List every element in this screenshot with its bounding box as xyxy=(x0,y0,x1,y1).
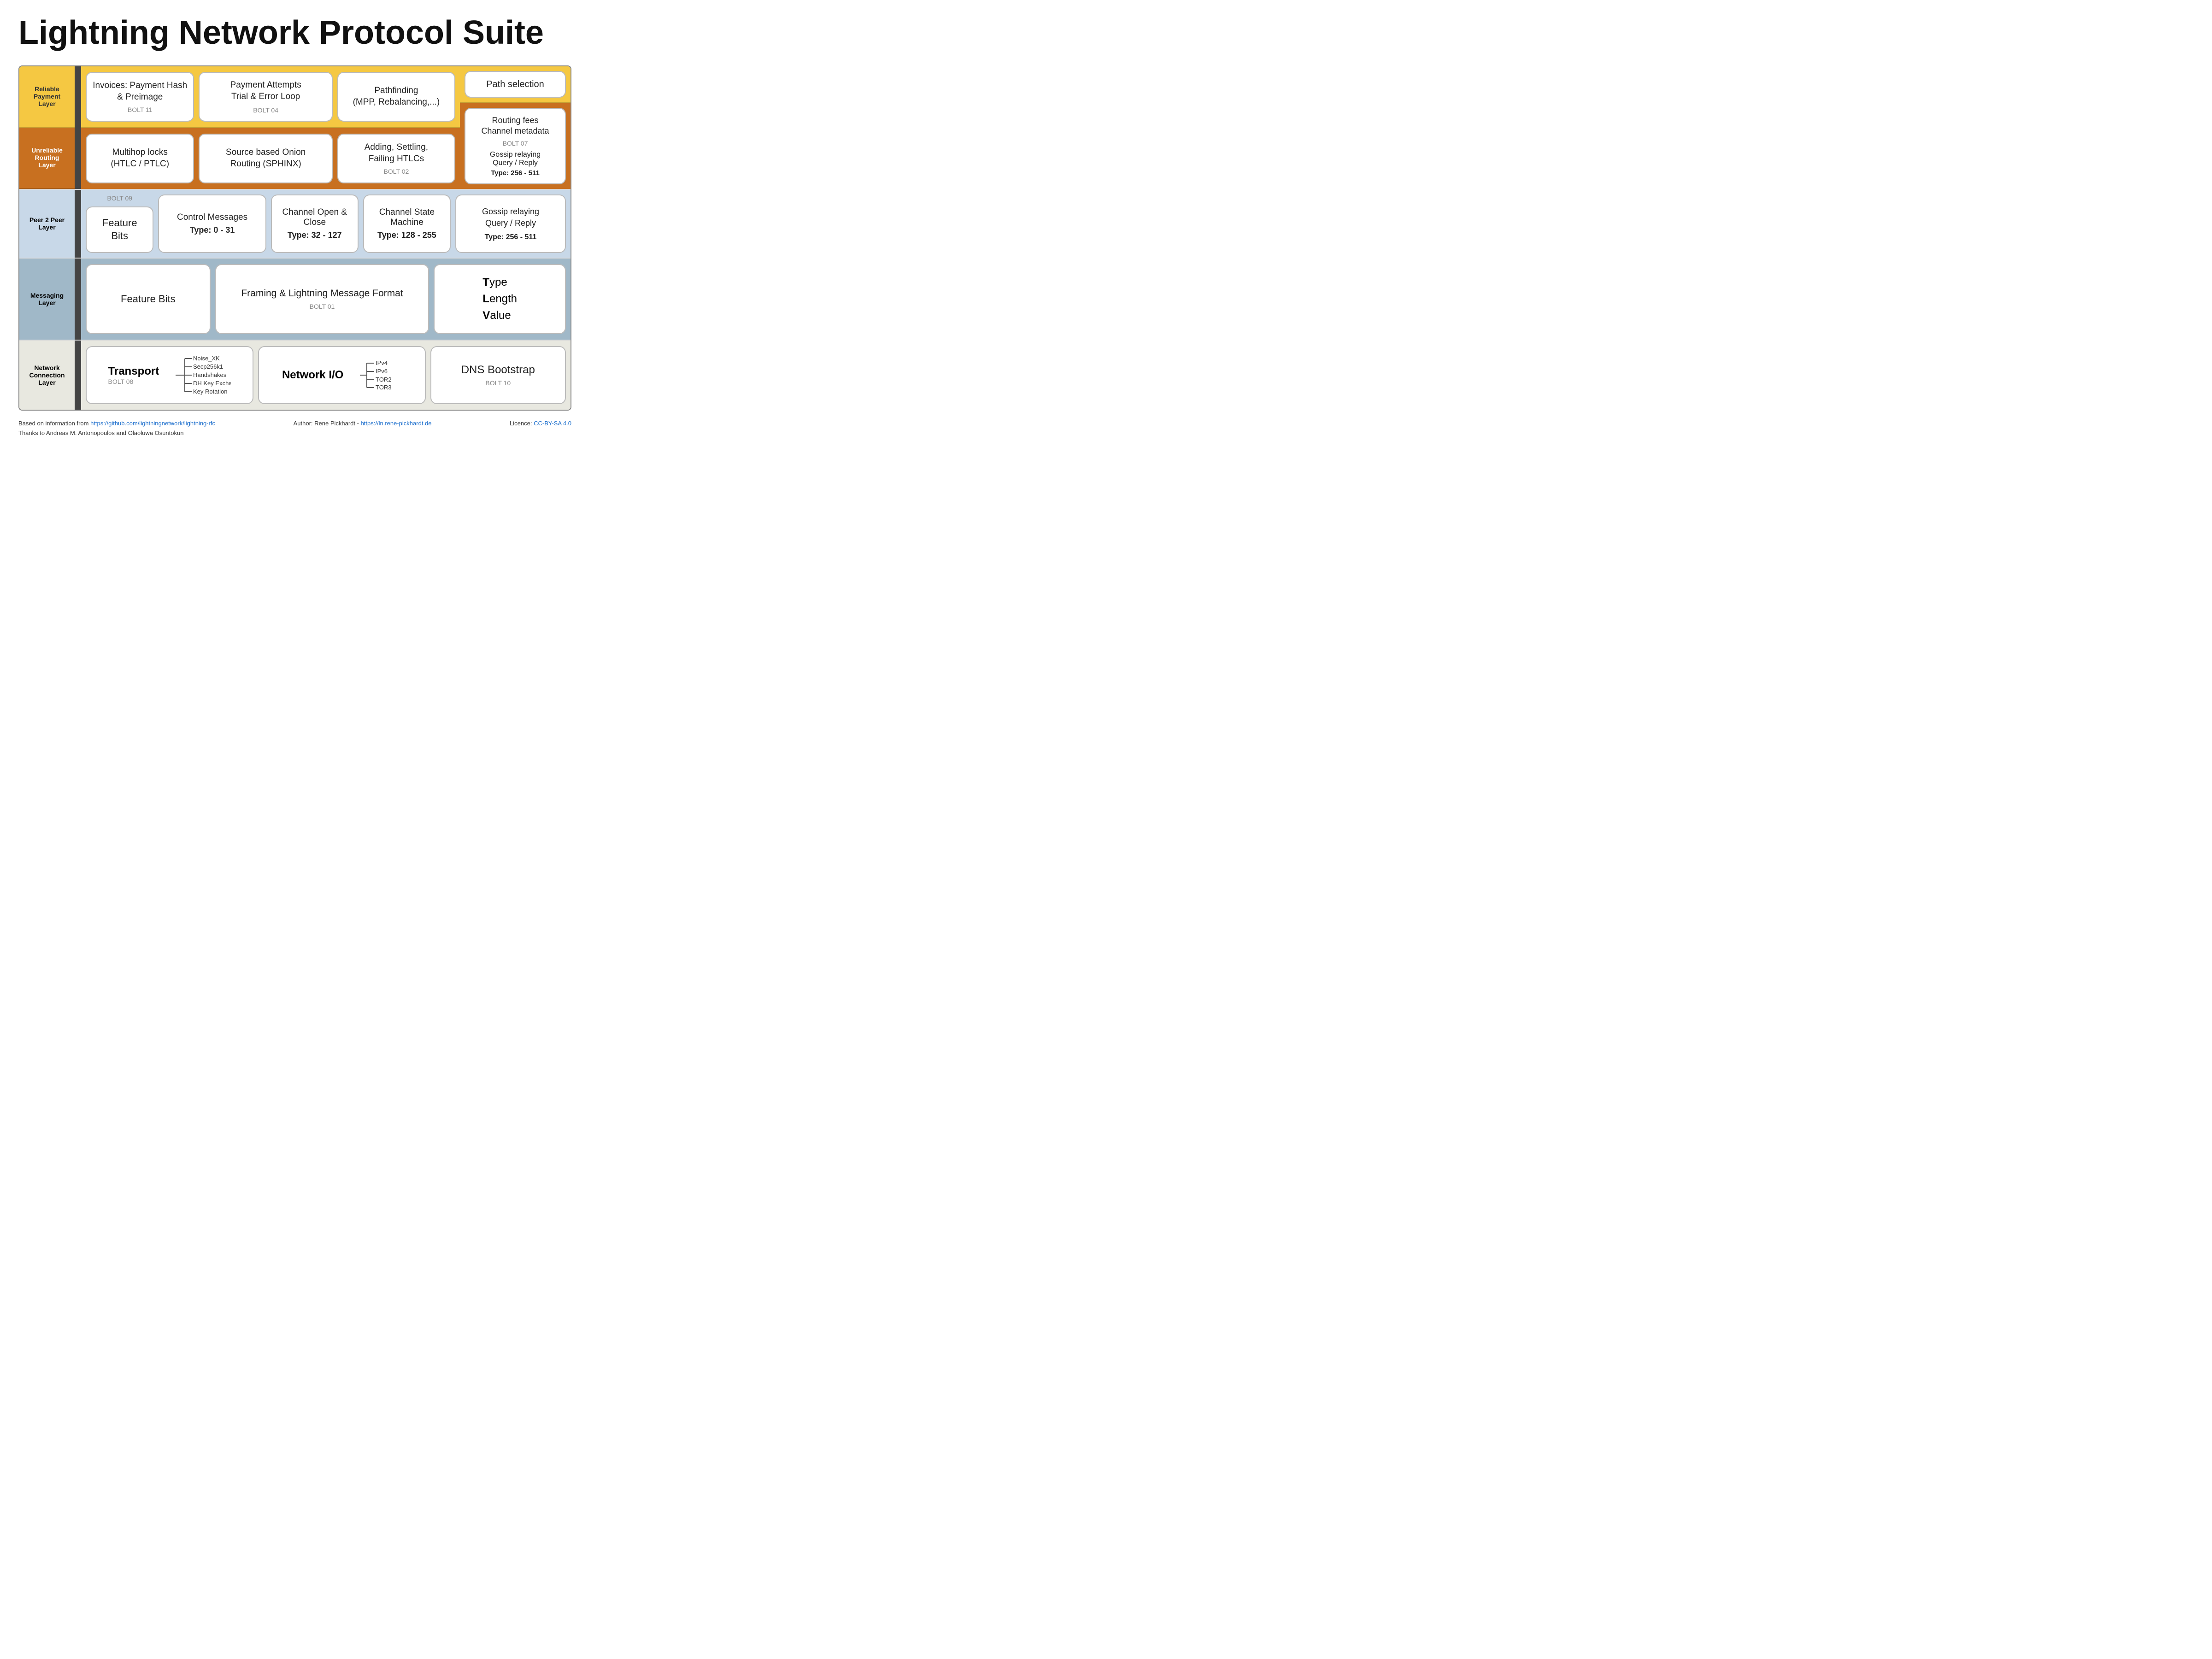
network-content: Transport BOLT 08 Noise_XK Secp25 xyxy=(81,341,571,410)
reliable-row: Invoices: Payment Hash & Preimage BOLT 1… xyxy=(81,66,460,128)
messaging-layer-label: Messaging Layer xyxy=(19,259,75,340)
feature-bits-msg-card: Feature Bits xyxy=(86,264,211,334)
footer-row-1: Based on information from https://github… xyxy=(18,420,571,427)
reliable-layer-label: Reliable Payment Layer xyxy=(19,66,75,128)
network-row: Network Connection Layer Transport BOLT … xyxy=(19,340,571,410)
svg-text:TOR2: TOR2 xyxy=(376,376,391,383)
ru-content: Invoices: Payment Hash & Preimage BOLT 1… xyxy=(81,66,460,189)
messaging-row: Messaging Layer Feature Bits Framing & L… xyxy=(19,258,571,340)
network-io-tree-svg: IPv4 IPv6 TOR2 TOR3 xyxy=(351,359,401,391)
svg-text:Key Rotation: Key Rotation xyxy=(193,388,227,395)
footer: Based on information from https://github… xyxy=(18,420,571,436)
unreliable-layer-label: Unreliable Routing Layer xyxy=(19,128,75,189)
vertical-line-msg xyxy=(75,259,81,340)
p2p-layer-label: Peer 2 Peer Layer xyxy=(19,190,75,258)
svg-text:DH Key Exchange: DH Key Exchange xyxy=(193,380,231,387)
routing-fees-container: Routing fees Channel metadata BOLT 07 Go… xyxy=(460,103,571,189)
gossip-relay-card: Gossip relaying Query / Reply Type: 256 … xyxy=(455,194,566,253)
channel-state-card: Channel State Machine Type: 128 - 255 xyxy=(363,194,451,253)
control-messages-card: Control Messages Type: 0 - 31 xyxy=(158,194,266,253)
path-selection-container: Path selection xyxy=(460,66,571,103)
path-selection-card: Path selection xyxy=(465,71,566,98)
footer-left: Based on information from https://github… xyxy=(18,420,215,427)
invoices-card: Invoices: Payment Hash & Preimage BOLT 1… xyxy=(86,72,194,122)
adding-settling-card: Adding, Settling, Failing HTLCs BOLT 02 xyxy=(337,134,455,183)
footer-left-link[interactable]: https://github.com/lightningnetwork/ligh… xyxy=(90,420,215,427)
svg-text:Secp256k1: Secp256k1 xyxy=(193,363,223,370)
tlv-card: Type Length Value xyxy=(434,264,566,334)
vertical-line-p2p xyxy=(75,190,81,258)
onion-routing-card: Source based Onion Routing (SPHINX) xyxy=(199,134,332,183)
footer-thanks: Thanks to Andreas M. Antonopoulos and Ol… xyxy=(18,429,571,436)
network-layer-label: Network Connection Layer xyxy=(19,341,75,410)
messaging-content: Feature Bits Framing & Lightning Message… xyxy=(81,259,571,340)
reliable-unreliable-section: Reliable Payment Layer Unreliable Routin… xyxy=(19,66,571,189)
svg-text:Handshakes: Handshakes xyxy=(193,371,227,378)
svg-text:IPv4: IPv4 xyxy=(376,359,388,366)
transport-card: Transport BOLT 08 Noise_XK Secp25 xyxy=(86,346,253,404)
svg-text:IPv6: IPv6 xyxy=(376,368,388,375)
layer-labels-ru: Reliable Payment Layer Unreliable Routin… xyxy=(19,66,75,189)
transport-info: Transport BOLT 08 xyxy=(108,365,159,385)
footer-center-link[interactable]: https://ln.rene-pickhardt.de xyxy=(361,420,432,427)
footer-right-link[interactable]: CC-BY-SA 4.0 xyxy=(534,420,571,427)
framing-card: Framing & Lightning Message Format BOLT … xyxy=(215,264,429,334)
diagram-container: Reliable Payment Layer Unreliable Routin… xyxy=(18,65,571,411)
payment-attempts-card: Payment Attempts Trial & Error Loop BOLT… xyxy=(199,72,332,122)
vertical-line-ru xyxy=(75,66,81,189)
page-title: Lightning Network Protocol Suite xyxy=(18,14,571,52)
pathfinding-card: Pathfinding (MPP, Rebalancing,...) xyxy=(337,72,455,122)
onion-routing-container: Source based Onion Routing (SPHINX) xyxy=(199,134,332,183)
bolt04-top-container: Payment Attempts Trial & Error Loop BOLT… xyxy=(199,72,332,122)
p2p-main: BOLT 09 Feature Bits Control Messages Ty… xyxy=(81,190,571,258)
footer-right: Licence: CC-BY-SA 4.0 xyxy=(510,420,571,427)
transport-tree-svg: Noise_XK Secp256k1 Handshakes DH Key Exc… xyxy=(166,354,231,396)
channel-open-card: Channel Open & Close Type: 32 - 127 xyxy=(271,194,359,253)
multihop-card: Multihop locks (HTLC / PTLC) xyxy=(86,134,194,183)
routing-fees-card: Routing fees Channel metadata BOLT 07 Go… xyxy=(465,108,566,184)
feature-bits-card: Feature Bits xyxy=(86,206,153,253)
p2p-row: Peer 2 Peer Layer BOLT 09 Feature Bits C… xyxy=(19,189,571,258)
p2p-content: BOLT 09 Feature Bits Control Messages Ty… xyxy=(81,190,571,258)
network-io-card: Network I/O IPv4 IPv6 TOR2 TOR3 xyxy=(258,346,426,404)
svg-text:TOR3: TOR3 xyxy=(376,384,391,391)
dns-bootstrap-card: DNS Bootstrap BOLT 10 xyxy=(430,346,566,404)
right-span-column: Path selection Routing fees Channel meta… xyxy=(460,66,571,189)
unreliable-row: Multihop locks (HTLC / PTLC) Source base… xyxy=(81,128,460,189)
footer-center: Author: Rene Pickhardt - https://ln.rene… xyxy=(294,420,432,427)
svg-text:Noise_XK: Noise_XK xyxy=(193,355,220,362)
feature-bits-section: BOLT 09 Feature Bits xyxy=(86,194,153,253)
vertical-line-net xyxy=(75,341,81,410)
